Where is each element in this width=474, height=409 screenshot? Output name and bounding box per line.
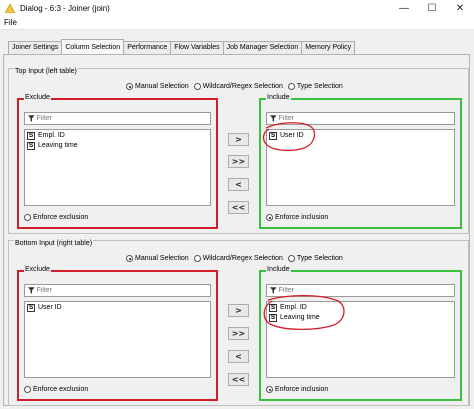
radio-icon[interactable] xyxy=(287,83,295,90)
bottom-enforce-inclusion[interactable]: Enforce inclusion xyxy=(266,386,328,393)
top-mode-manual[interactable]: Manual Selection xyxy=(126,83,189,90)
radio-icon[interactable] xyxy=(193,255,201,262)
list-item[interactable]: S Leaving time xyxy=(269,313,454,322)
bottom-include-filter[interactable] xyxy=(266,284,455,297)
list-item[interactable]: S Empl. ID xyxy=(269,303,454,312)
tab-flow-variables[interactable]: Flow Variables xyxy=(170,41,224,54)
menu-file[interactable]: File xyxy=(4,18,17,27)
top-exclude-title: Exclude xyxy=(24,94,51,101)
top-add-all-button[interactable]: >> xyxy=(228,155,249,168)
radio-icon[interactable] xyxy=(24,386,31,393)
bottom-exclude-list[interactable]: S User ID xyxy=(24,301,211,378)
top-enforce-inclusion[interactable]: Enforce inclusion xyxy=(266,214,328,221)
top-exclude-filter-input[interactable] xyxy=(36,115,210,122)
radio-checked-icon[interactable] xyxy=(126,83,133,90)
radio-icon[interactable] xyxy=(287,255,295,262)
top-exclude-list[interactable]: S Empl. ID S Leaving time xyxy=(24,129,211,206)
minimize-button[interactable]: — xyxy=(390,0,418,16)
top-remove-button[interactable]: < xyxy=(228,178,249,191)
top-mode-type[interactable]: Type Selection xyxy=(287,83,343,90)
bottom-mode-selector: Manual Selection Wildcard/Regex Selectio… xyxy=(126,255,348,262)
top-add-button[interactable]: > xyxy=(228,133,249,146)
bottom-exclude-filter[interactable] xyxy=(24,284,211,297)
radio-icon[interactable] xyxy=(193,83,201,90)
bottom-input-group-title: Bottom Input (right table) xyxy=(14,240,94,247)
list-item[interactable]: S Empl. ID xyxy=(27,131,210,140)
bottom-mode-type[interactable]: Type Selection xyxy=(287,255,343,262)
string-type-icon: S xyxy=(269,313,277,322)
radio-checked-icon[interactable] xyxy=(266,214,273,221)
top-include-list[interactable]: S User ID xyxy=(266,129,455,206)
top-enforce-exclusion[interactable]: Enforce exclusion xyxy=(24,214,88,221)
top-include-title: Include xyxy=(266,94,291,101)
bottom-include-filter-input[interactable] xyxy=(278,287,454,294)
filter-funnel-icon xyxy=(28,115,35,122)
bottom-remove-button[interactable]: < xyxy=(228,350,249,363)
warning-triangle-icon xyxy=(5,3,15,13)
string-type-icon: S xyxy=(269,303,277,312)
bottom-mode-manual[interactable]: Manual Selection xyxy=(126,255,189,262)
filter-funnel-icon xyxy=(270,287,277,294)
top-include-filter-input[interactable] xyxy=(278,115,454,122)
bottom-add-all-button[interactable]: >> xyxy=(228,327,249,340)
top-exclude-filter[interactable] xyxy=(24,112,211,125)
tab-joiner-settings[interactable]: Joiner Settings xyxy=(8,41,63,54)
top-mode-selector: Manual Selection Wildcard/Regex Selectio… xyxy=(126,83,348,90)
tab-strip: Joiner Settings Column Selection Perform… xyxy=(8,39,356,54)
radio-icon[interactable] xyxy=(24,214,31,221)
bottom-exclude-panel: Exclude SUser ID Enforce exclusion xyxy=(17,266,218,401)
top-include-filter[interactable] xyxy=(266,112,455,125)
list-item[interactable]: S User ID xyxy=(269,131,454,140)
bottom-include-title: Include xyxy=(266,266,291,273)
title-bar: Dialog - 6:3 - Joiner (join) — ☐ ✕ xyxy=(0,0,474,16)
top-exclude-panel: Exclude SEmpl. ID SLeaving time Enforce … xyxy=(17,94,218,229)
window-title: Dialog - 6:3 - Joiner (join) xyxy=(20,3,110,13)
radio-checked-icon[interactable] xyxy=(126,255,133,262)
bottom-exclude-filter-input[interactable] xyxy=(36,287,210,294)
tab-job-manager-selection[interactable]: Job Manager Selection xyxy=(222,41,303,54)
bottom-mode-wildcard[interactable]: Wildcard/Regex Selection xyxy=(193,255,283,262)
top-input-group-title: Top Input (left table) xyxy=(14,68,78,75)
top-mode-wildcard[interactable]: Wildcard/Regex Selection xyxy=(193,83,283,90)
bottom-include-list[interactable]: S Empl. ID S Leaving time xyxy=(266,301,455,378)
tab-column-selection[interactable]: Column Selection xyxy=(61,39,125,54)
menu-bar: File xyxy=(0,16,474,30)
list-item[interactable]: S Leaving time xyxy=(27,141,210,150)
filter-funnel-icon xyxy=(270,115,277,122)
filter-funnel-icon xyxy=(28,287,35,294)
list-item[interactable]: S User ID xyxy=(27,303,210,312)
bottom-exclude-title: Exclude xyxy=(24,266,51,273)
radio-checked-icon[interactable] xyxy=(266,386,273,393)
tab-performance[interactable]: Performance xyxy=(123,41,172,54)
bottom-remove-all-button[interactable]: << xyxy=(228,373,249,386)
bottom-include-panel: Include SEmpl. ID SLeaving time Enforce … xyxy=(259,266,462,401)
string-type-icon: S xyxy=(27,131,35,140)
string-type-icon: S xyxy=(27,141,35,150)
tab-memory-policy[interactable]: Memory Policy xyxy=(301,41,356,54)
top-include-panel: Include SUser ID Enforce inclusion xyxy=(259,94,462,229)
top-remove-all-button[interactable]: << xyxy=(228,201,249,214)
bottom-enforce-exclusion[interactable]: Enforce exclusion xyxy=(24,386,88,393)
maximize-button[interactable]: ☐ xyxy=(418,0,446,16)
string-type-icon: S xyxy=(269,131,277,140)
bottom-add-button[interactable]: > xyxy=(228,304,249,317)
string-type-icon: S xyxy=(27,303,35,312)
close-button[interactable]: ✕ xyxy=(446,0,474,16)
